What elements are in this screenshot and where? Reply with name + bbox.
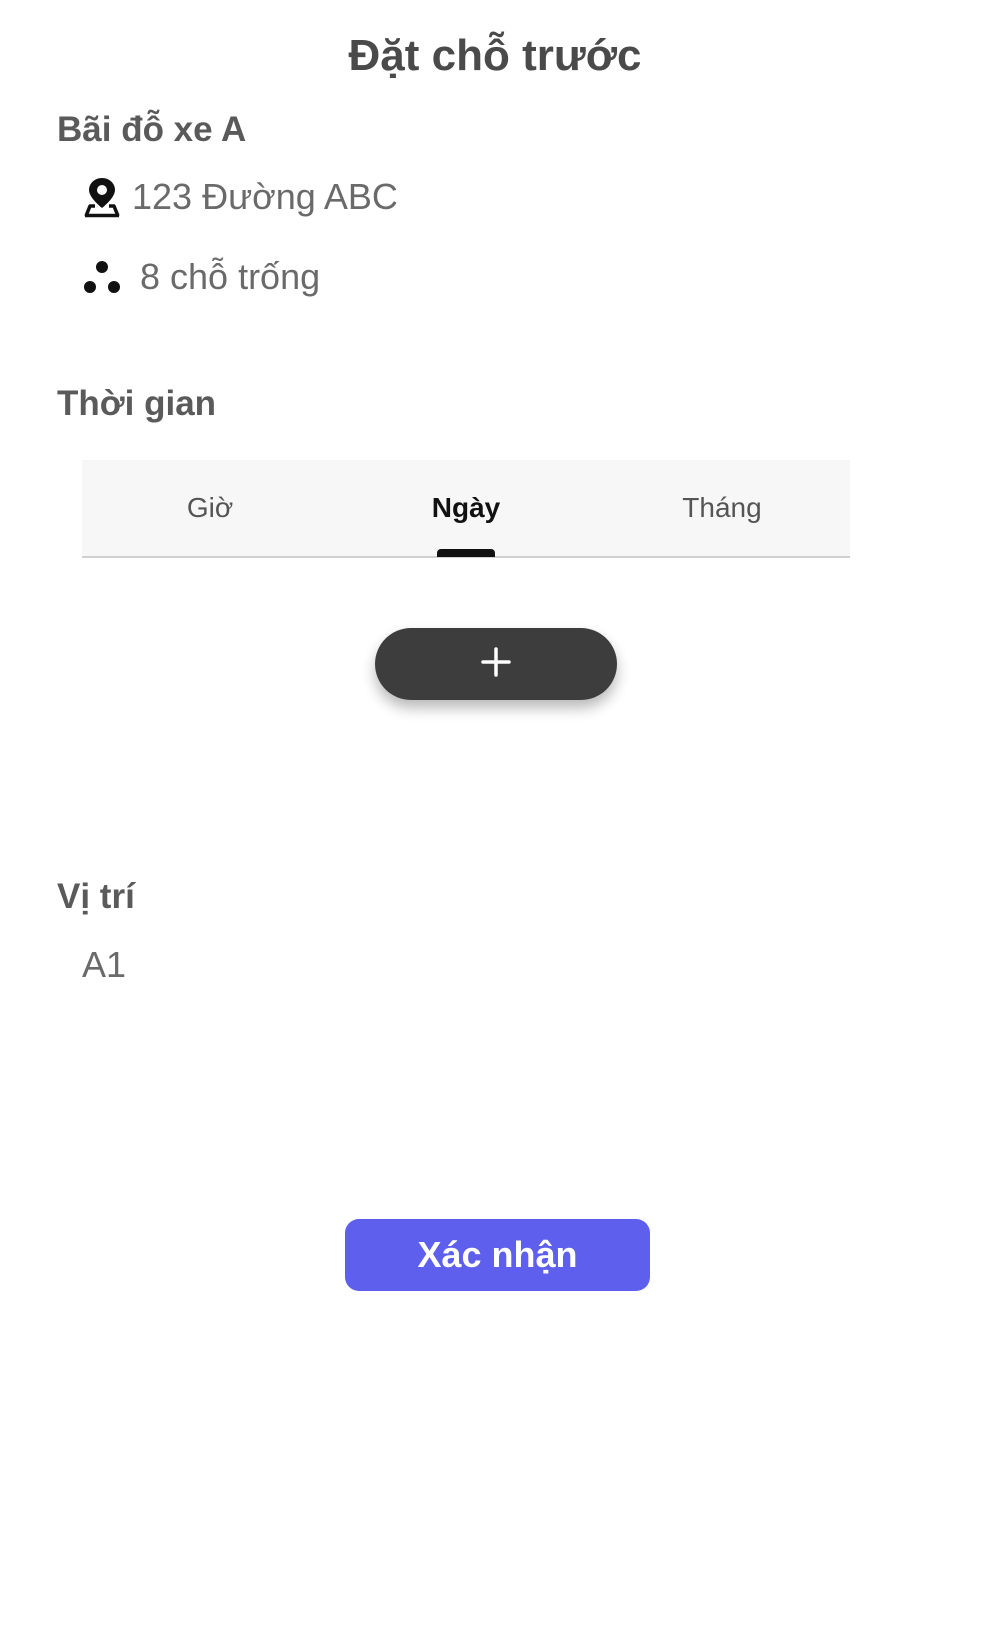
tab-day-label: Ngày (431, 492, 501, 523)
confirm-button-label: Xác nhận (417, 1234, 578, 1275)
time-tabs: Giờ Ngày Tháng (82, 460, 850, 558)
tab-day[interactable]: Ngày (338, 460, 594, 557)
plus-icon (480, 646, 512, 683)
tab-hour-label: Giờ (186, 492, 234, 523)
add-time-button[interactable] (375, 628, 617, 700)
three-dots-icon (80, 255, 124, 299)
tab-month-label: Tháng (682, 492, 762, 523)
confirm-button[interactable]: Xác nhận (345, 1219, 650, 1291)
parking-lot-name: Bãi đỗ xe A (57, 110, 247, 149)
address-row: 123 Đường ABC (80, 175, 398, 219)
tab-hour[interactable]: Giờ (82, 460, 338, 556)
map-pin-icon (80, 175, 124, 219)
page-title: Đặt chỗ trước (348, 31, 642, 80)
available-spots-text: 8 chỗ trống (140, 256, 321, 297)
position-heading: Vị trí (57, 877, 135, 916)
address-text: 123 Đường ABC (132, 176, 398, 217)
tab-month[interactable]: Tháng (594, 460, 850, 556)
active-tab-indicator (437, 549, 495, 557)
position-value: A1 (82, 944, 127, 985)
time-heading: Thời gian (57, 384, 217, 423)
available-spots-row: 8 chỗ trống (80, 255, 320, 299)
